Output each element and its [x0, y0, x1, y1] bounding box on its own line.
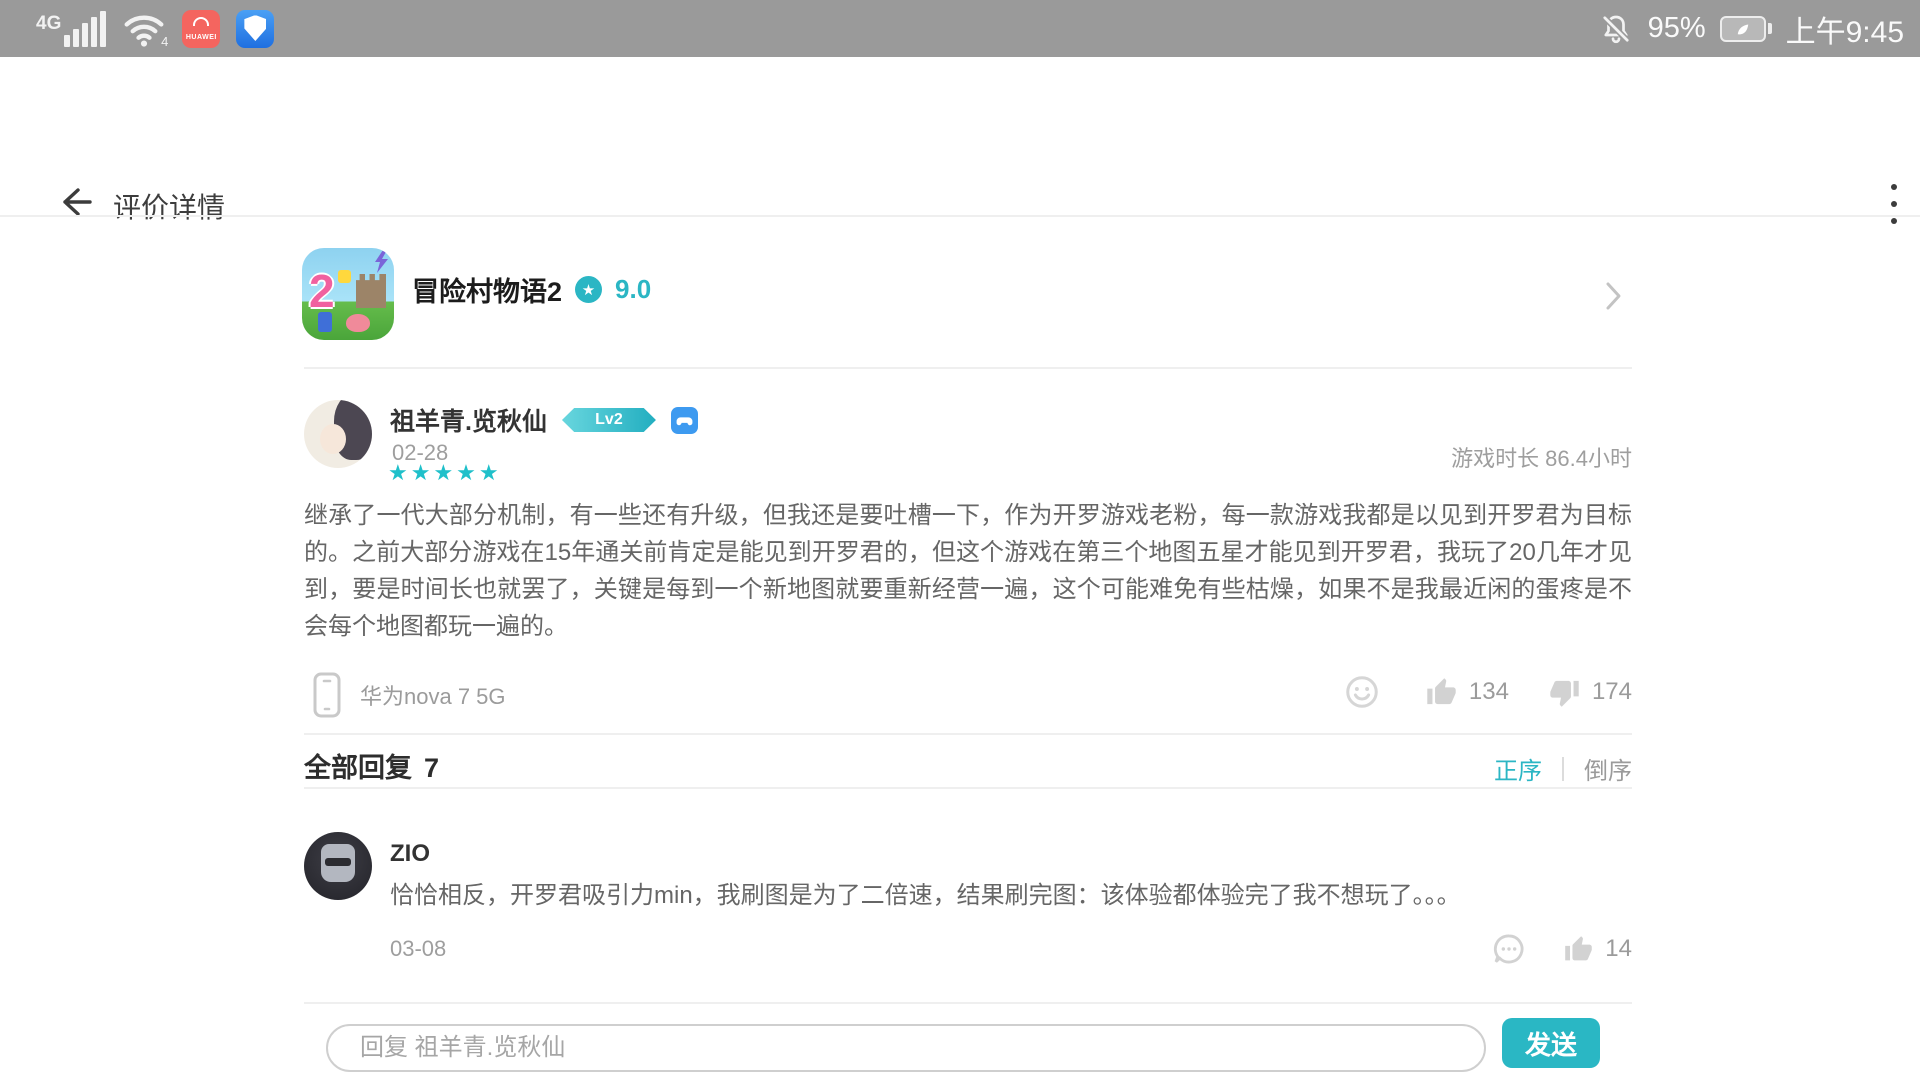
power-saving-leaf-icon: [1732, 20, 1754, 38]
reviewer-avatar[interactable]: [304, 400, 372, 468]
game-icon-knight: [318, 312, 332, 332]
appgallery-bag-icon: [193, 17, 209, 26]
comment-button[interactable]: [1492, 932, 1526, 966]
replies-header: 全部回复 7: [304, 746, 439, 785]
game-icon-chick: [338, 270, 351, 283]
sort-descending-tab[interactable]: 倒序: [1584, 751, 1632, 786]
status-bar-left: 4G 4 HUAWEI: [0, 9, 274, 49]
reviewer-name: 祖羊青.览秋仙: [390, 402, 547, 438]
review-body: 继承了一代大部分机制，有一些还有升级，但我还是要吐槽一下，作为开罗游戏老粉，每一…: [304, 497, 1632, 645]
reply-like-count: 14: [1605, 935, 1632, 963]
page-title: 评价详情: [113, 186, 225, 226]
battery-icon: [1720, 16, 1772, 42]
status-bar-right: 95% 上午9:45: [1598, 7, 1920, 51]
notifications-off-icon: [1598, 11, 1634, 47]
status-bar: 4G 4 HUAWEI: [0, 0, 1920, 57]
game-icon-bolt: [372, 250, 390, 274]
battery-percent-label: 95%: [1648, 12, 1706, 45]
app-header: 评价详情: [0, 57, 1920, 215]
game-icon-number: 2: [309, 264, 335, 318]
star-rating: ★★★★★: [388, 460, 502, 486]
more-options-icon[interactable]: [1890, 184, 1898, 224]
game-icon-slime: [346, 314, 370, 332]
divider: [304, 367, 1632, 369]
divider: [304, 733, 1632, 735]
sort-ascending-tab[interactable]: 正序: [1494, 751, 1542, 786]
header-divider: [0, 215, 1920, 217]
send-button[interactable]: 发送: [1502, 1018, 1600, 1068]
emoji-react-button[interactable]: [1344, 674, 1380, 710]
wifi-generation-label: 4: [161, 34, 168, 49]
reply-avatar[interactable]: [304, 832, 372, 900]
device-name: 华为nova 7 5G: [360, 679, 506, 711]
level-badge: Lv2: [562, 408, 656, 432]
thumb-up-icon: [1564, 935, 1593, 964]
thumb-up-icon: [1426, 677, 1457, 708]
review-actions: 134 174: [1344, 674, 1632, 710]
chevron-right-icon[interactable]: [1603, 280, 1623, 312]
sort-separator: [1562, 757, 1564, 781]
smiley-icon: [1344, 674, 1380, 710]
game-title: 冒险村物语2: [412, 270, 562, 309]
network-type-label: 4G: [36, 13, 61, 35]
game-rating: 9.0: [615, 274, 651, 305]
phone-manager-shield-icon: [236, 10, 274, 48]
gamepad-badge-icon: [671, 407, 698, 434]
thumb-down-icon: [1549, 677, 1580, 708]
game-info[interactable]: 冒险村物语2 ★ 9.0: [412, 270, 651, 309]
replies-count: 7: [424, 753, 439, 784]
reviewer-row: 祖羊青.览秋仙 Lv2: [390, 402, 698, 438]
wifi-icon: 4: [122, 9, 166, 49]
replies-title: 全部回复: [304, 746, 412, 785]
play-time-label: 游戏时长 86.4小时: [1451, 441, 1632, 473]
appgallery-icon: HUAWEI: [182, 10, 220, 48]
comment-bubble-icon: [1492, 932, 1526, 966]
game-app-icon[interactable]: 2: [302, 248, 394, 340]
game-icon-castle: [356, 274, 386, 308]
divider: [304, 787, 1632, 789]
review-detail-page: 4G 4 HUAWEI: [0, 0, 1920, 1080]
reply-body: 恰恰相反，开罗君吸引力min，我刷图是为了二倍速，结果刷完图：该体验都体验完了我…: [390, 878, 1630, 914]
clock-label: 上午9:45: [1786, 7, 1904, 51]
reply-author: ZIO: [390, 840, 430, 868]
rating-star-icon: ★: [575, 276, 602, 303]
dislike-count: 174: [1592, 678, 1632, 706]
device-row: 华为nova 7 5G: [312, 672, 506, 718]
reply-date: 03-08: [390, 936, 446, 962]
cell-signal-icon: 4G: [36, 11, 106, 47]
phone-icon: [312, 672, 342, 718]
signal-bars-icon: [64, 11, 106, 47]
like-button[interactable]: 134: [1426, 677, 1509, 708]
like-count: 134: [1469, 678, 1509, 706]
reply-input[interactable]: [326, 1024, 1486, 1072]
reply-actions: 14: [1492, 932, 1632, 966]
sort-controls: 正序 倒序: [1494, 751, 1632, 786]
dislike-button[interactable]: 174: [1549, 677, 1632, 708]
reply-like-button[interactable]: 14: [1564, 935, 1632, 964]
